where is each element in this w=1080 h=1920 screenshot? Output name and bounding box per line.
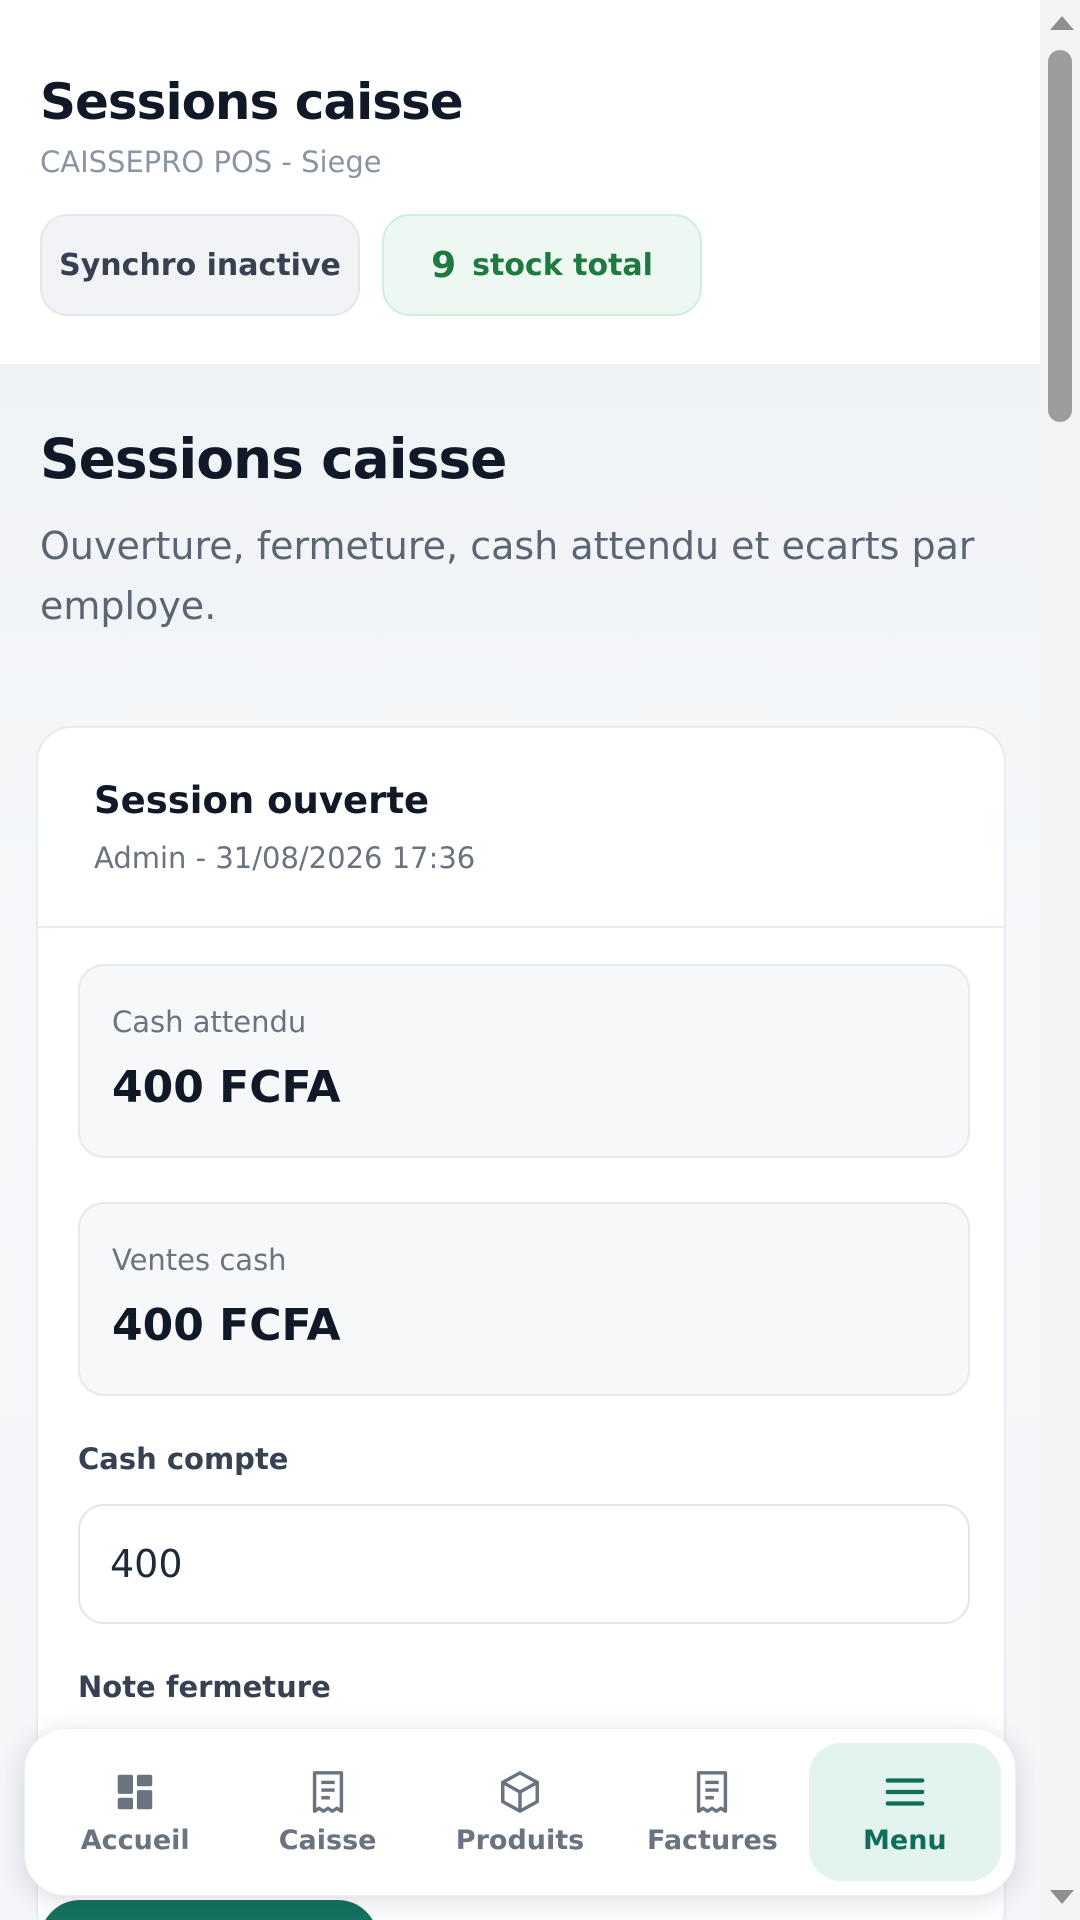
nav-label-factures: Factures (646, 1824, 778, 1856)
close-session-button[interactable] (40, 1900, 378, 1920)
nav-item-accueil[interactable]: Accueil (39, 1743, 231, 1881)
closing-note-label: Note fermeture (78, 1670, 331, 1704)
session-meta: Admin - 31/08/2026 17:36 (94, 841, 476, 875)
menu-icon (885, 1777, 925, 1806)
status-pills: Synchro inactive 9 stock total (40, 214, 1000, 316)
stock-total-badge[interactable]: 9 stock total (382, 214, 702, 316)
receipt-icon (312, 1770, 343, 1813)
app-header: Sessions caisse CAISSEPRO POS - Siege Sy… (0, 0, 1040, 364)
nav-item-menu[interactable]: Menu (808, 1743, 1002, 1881)
app-title: Sessions caisse (40, 73, 464, 131)
invoice-icon (697, 1770, 728, 1813)
nav-item-factures[interactable]: Factures (616, 1743, 808, 1881)
sync-status-badge[interactable]: Synchro inactive (40, 214, 360, 316)
nav-label-accueil: Accueil (80, 1824, 190, 1856)
cash-sales-label: Ventes cash (112, 1243, 287, 1277)
app-viewport: Sessions caisse CAISSEPRO POS - Siege Sy… (0, 0, 1040, 1920)
scrollbar[interactable] (1040, 0, 1080, 1920)
app-subtitle: CAISSEPRO POS - Siege (40, 145, 382, 179)
cash-expected-value: 400 FCFA (112, 1062, 341, 1113)
nav-label-produits: Produits (455, 1824, 585, 1856)
page-title: Sessions caisse (40, 427, 507, 491)
session-title: Session ouverte (94, 779, 430, 822)
nav-label-menu: Menu (863, 1824, 947, 1856)
cash-expected-stat: Cash attendu 400 FCFA (78, 964, 970, 1158)
nav-item-caisse[interactable]: Caisse (231, 1743, 423, 1881)
cash-counted-label: Cash compte (78, 1442, 289, 1476)
stock-total-count: 9 (431, 244, 457, 286)
stock-total-label: stock total (472, 247, 653, 283)
scroll-up-arrow-icon[interactable] (1050, 16, 1074, 30)
nav-label-caisse: Caisse (278, 1824, 377, 1856)
main-content: Sessions caisse Ouverture, fermeture, ca… (0, 364, 1040, 1920)
scrollbar-thumb[interactable] (1048, 50, 1072, 422)
cash-sales-stat: Ventes cash 400 FCFA (78, 1202, 970, 1396)
box-icon (501, 1770, 539, 1813)
cash-counted-input[interactable] (78, 1504, 970, 1624)
nav-item-produits[interactable]: Produits (424, 1743, 616, 1881)
cash-sales-value: 400 FCFA (112, 1300, 341, 1351)
sync-status-label: Synchro inactive (59, 247, 341, 283)
dashboard-icon (117, 1774, 153, 1809)
bottom-navigation: Accueil Caisse Produits Factures Menu (24, 1728, 1016, 1896)
cash-expected-label: Cash attendu (112, 1005, 307, 1039)
session-card-header: Session ouverte Admin - 31/08/2026 17:36 (38, 728, 1004, 928)
page-description: Ouverture, fermeture, cash attendu et ec… (40, 524, 975, 628)
scroll-down-arrow-icon[interactable] (1050, 1890, 1074, 1904)
